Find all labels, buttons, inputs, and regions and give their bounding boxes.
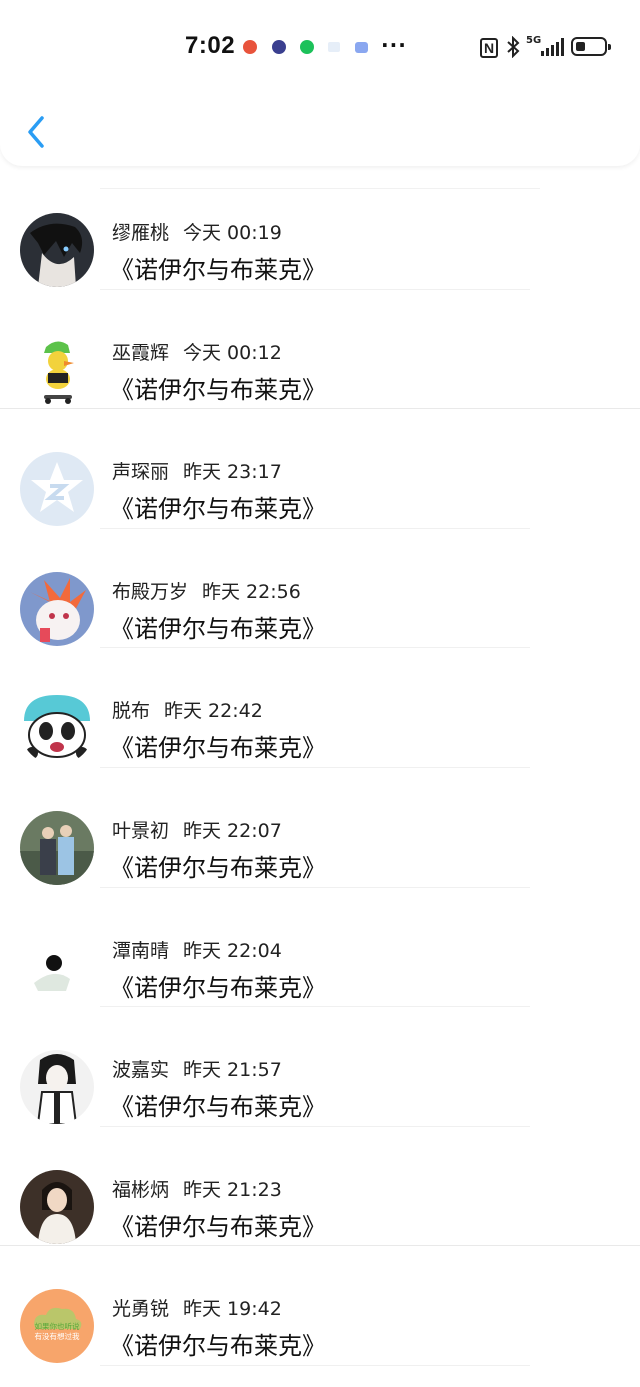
comment-meta: 巫霞辉 今天 00:12 (112, 338, 282, 365)
username[interactable]: 叶景初 (112, 820, 169, 842)
app-notification-icon (272, 40, 286, 54)
timestamp: 昨天 19:42 (183, 1298, 282, 1321)
avatar[interactable] (20, 930, 94, 1005)
back-button[interactable] (22, 112, 52, 152)
timestamp: 昨天 22:56 (202, 580, 301, 603)
username[interactable]: 巫霞辉 (112, 342, 169, 364)
avatar[interactable] (20, 691, 94, 766)
battery-icon (571, 37, 611, 56)
username[interactable]: 光勇锐 (112, 1298, 169, 1320)
book-title[interactable]: 《诺伊尔与布莱克》 (110, 1326, 326, 1361)
avatar[interactable] (20, 1050, 94, 1125)
username[interactable]: 波嘉实 (112, 1059, 169, 1081)
username[interactable]: 潭南晴 (112, 940, 169, 962)
avatar[interactable] (20, 332, 94, 407)
comment-meta: 缪雁桃 今天 00:19 (112, 218, 282, 245)
timestamp: 昨天 22:04 (183, 939, 282, 962)
list-item[interactable]: 叶景初 昨天 22:07 《诺伊尔与布莱克》 (0, 768, 640, 888)
username[interactable]: 缪雁桃 (112, 222, 169, 244)
list-item[interactable]: 波嘉实 昨天 21:57 《诺伊尔与布莱克》 (0, 1007, 640, 1127)
avatar[interactable] (20, 1169, 94, 1244)
book-title[interactable]: 《诺伊尔与布莱克》 (110, 250, 326, 285)
timestamp: 昨天 22:42 (164, 700, 263, 723)
comment-meta: 布殿万岁 昨天 22:56 (112, 577, 301, 604)
book-title[interactable]: 《诺伊尔与布莱克》 (110, 609, 326, 644)
comment-meta: 光勇锐 昨天 19:42 (112, 1294, 282, 1321)
timestamp: 昨天 21:23 (183, 1178, 282, 1201)
comment-meta: 福彬炳 昨天 21:23 (112, 1175, 282, 1202)
avatar[interactable] (20, 213, 94, 287)
list-item[interactable]: 福彬炳 昨天 21:23 《诺伊尔与布莱克》 (0, 1127, 640, 1247)
comment-meta: 脱布 昨天 22:42 (112, 696, 263, 723)
list-item[interactable]: 声琛丽 昨天 23:17 《诺伊尔与布莱克》 (0, 409, 640, 529)
wechat-notification-icon (300, 40, 314, 54)
network-type-label: 5G (526, 35, 542, 46)
bluetooth-icon (506, 35, 520, 63)
comment-meta: 波嘉实 昨天 21:57 (112, 1055, 282, 1082)
book-title[interactable]: 《诺伊尔与布莱克》 (110, 728, 326, 763)
list-item[interactable]: 潭南晴 昨天 22:04 《诺伊尔与布莱克》 (0, 888, 640, 1008)
top-app-bar: 7:02 ··· N 5G (0, 0, 640, 166)
divider (100, 1364, 530, 1366)
comment-meta: 潭南晴 昨天 22:04 (112, 936, 282, 963)
comment-meta: 声琛丽 昨天 23:17 (112, 457, 282, 484)
username[interactable]: 布殿万岁 (112, 581, 188, 603)
status-time: 7:02 (185, 32, 236, 59)
comment-meta: 叶景初 昨天 22:07 (112, 816, 282, 843)
book-title[interactable]: 《诺伊尔与布莱克》 (110, 1207, 326, 1242)
book-title[interactable]: 《诺伊尔与布莱克》 (110, 968, 326, 1003)
message-notification-icon (355, 42, 368, 53)
avatar[interactable] (20, 571, 94, 646)
username[interactable]: 声琛丽 (112, 461, 169, 483)
avatar-caption-line1: 如果你也听说 (35, 1321, 80, 1331)
comment-list: 缪雁桃 今天 00:19 《诺伊尔与布莱克》 巫霞辉 今天 00:12 《诺伊尔与布… (0, 170, 640, 1366)
username[interactable]: 福彬炳 (112, 1179, 169, 1201)
avatar[interactable]: 如果你也听说 有没有想过我 (20, 1289, 94, 1364)
timestamp: 昨天 23:17 (183, 461, 282, 484)
timestamp: 昨天 22:07 (183, 819, 282, 842)
timestamp: 今天 00:12 (183, 341, 282, 364)
book-title[interactable]: 《诺伊尔与布莱克》 (110, 848, 326, 883)
timestamp: 今天 00:19 (183, 222, 282, 244)
more-notifications-icon: ··· (381, 33, 407, 57)
avatar[interactable] (20, 452, 94, 527)
list-item[interactable]: 缪雁桃 今天 00:19 《诺伊尔与布莱克》 (0, 170, 640, 290)
book-title[interactable]: 《诺伊尔与布莱克》 (110, 370, 326, 405)
username[interactable]: 脱布 (112, 700, 150, 722)
list-item[interactable]: 脱布 昨天 22:42 《诺伊尔与布莱克》 (0, 648, 640, 768)
book-title[interactable]: 《诺伊尔与布莱克》 (110, 1087, 326, 1122)
list-item[interactable]: 巫霞辉 今天 00:12 《诺伊尔与布莱克》 (0, 290, 640, 410)
avatar[interactable] (20, 810, 94, 885)
weibo-notification-icon (243, 40, 257, 54)
cloud-notification-icon (328, 42, 340, 52)
list-item[interactable]: 如果你也听说 有没有想过我 光勇锐 昨天 19:42 《诺伊尔与布莱克》 (0, 1246, 640, 1366)
status-bar: 7:02 ··· N 5G (0, 0, 640, 95)
timestamp: 昨天 21:57 (183, 1059, 282, 1082)
signal-strength-icon (541, 38, 564, 56)
avatar-caption-line2: 有没有想过我 (35, 1331, 80, 1341)
chevron-left-icon (28, 116, 44, 148)
nfc-icon: N (480, 38, 499, 58)
book-title[interactable]: 《诺伊尔与布莱克》 (110, 489, 326, 524)
list-item[interactable]: 布殿万岁 昨天 22:56 《诺伊尔与布莱克》 (0, 529, 640, 649)
